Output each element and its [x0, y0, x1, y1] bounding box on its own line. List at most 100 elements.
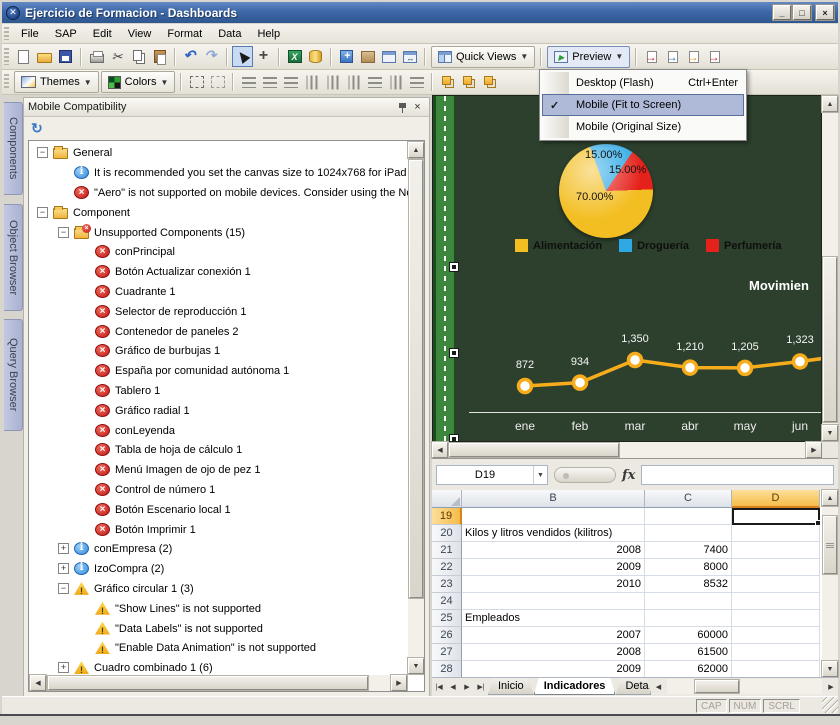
crosshair-button[interactable]: [253, 46, 274, 67]
import-spreadsheet-button[interactable]: [284, 46, 305, 67]
cell[interactable]: [645, 508, 732, 525]
save-to-platform-button[interactable]: [683, 46, 704, 67]
cell[interactable]: 60000: [645, 627, 732, 644]
column-header-b[interactable]: B: [462, 490, 645, 508]
fit-canvas-button[interactable]: [399, 46, 420, 67]
publish-button[interactable]: [641, 46, 662, 67]
sheet-tab-indicadores[interactable]: Indicadores: [534, 678, 616, 695]
cell[interactable]: 2007: [462, 627, 645, 644]
cell[interactable]: [732, 593, 820, 610]
cell[interactable]: Kilos y litros vendidos (kilitros): [462, 525, 645, 542]
tree-item[interactable]: Botón Actualizar conexión 1: [29, 262, 408, 282]
row-header-26[interactable]: 26: [432, 627, 462, 644]
line-chart-point[interactable]: [519, 380, 532, 393]
cell[interactable]: [462, 508, 645, 525]
menu-item-mobile-fit-to-screen-[interactable]: ✓Mobile (Fit to Screen): [542, 94, 744, 116]
scrollbar-thumb[interactable]: [409, 160, 423, 598]
close-button[interactable]: ×: [816, 5, 834, 20]
cell[interactable]: [732, 576, 820, 593]
tree-item[interactable]: −Component: [29, 202, 408, 222]
status-toggle-cap[interactable]: CAP: [696, 699, 727, 713]
group-button[interactable]: [186, 72, 207, 93]
redo-button[interactable]: [201, 46, 222, 67]
status-toggle-num[interactable]: NUM: [729, 699, 762, 713]
cell[interactable]: 2008: [462, 644, 645, 661]
cell[interactable]: [732, 559, 820, 576]
row-header-27[interactable]: 27: [432, 644, 462, 661]
scroll-up-icon[interactable]: ▲: [822, 96, 838, 112]
menu-item-desktop-flash-[interactable]: Desktop (Flash)Ctrl+Enter: [542, 72, 744, 94]
cell[interactable]: [732, 525, 820, 542]
tree-item[interactable]: +IzoCompra (2): [29, 559, 408, 579]
scrollbar-thumb[interactable]: [823, 257, 837, 422]
tree-item[interactable]: conPrincipal: [29, 242, 408, 262]
sidebar-tab-components[interactable]: Components: [4, 102, 23, 195]
collapse-toggle[interactable]: −: [58, 227, 69, 238]
insert-object-button[interactable]: [336, 46, 357, 67]
print-button[interactable]: [86, 46, 107, 67]
cell[interactable]: 8532: [645, 576, 732, 593]
cell[interactable]: [732, 610, 820, 627]
menu-help[interactable]: Help: [249, 26, 288, 42]
colors-button[interactable]: Colors ▼: [101, 71, 176, 93]
title-bar[interactable]: ✕ Ejercicio de Formacion - Dashboards _ …: [2, 2, 838, 23]
cell[interactable]: [645, 525, 732, 542]
line-chart-point[interactable]: [574, 376, 587, 389]
line-chart[interactable]: [433, 96, 822, 442]
collapse-toggle[interactable]: −: [58, 583, 69, 594]
collapse-toggle[interactable]: −: [37, 147, 48, 158]
name-box-dropdown-icon[interactable]: ▼: [533, 466, 547, 484]
menu-file[interactable]: File: [13, 26, 47, 42]
scroll-left-icon[interactable]: ◀: [432, 442, 448, 458]
row-header-24[interactable]: 24: [432, 593, 462, 610]
row-header-19[interactable]: 19: [432, 508, 462, 525]
insert-function-icon[interactable]: fx: [622, 468, 635, 483]
dashboard-canvas[interactable]: 872ene934feb1,350mar1,210abr1,205may1,32…: [432, 95, 822, 442]
select-pointer-button[interactable]: [232, 46, 253, 67]
menu-view[interactable]: View: [120, 26, 160, 42]
tree-vertical-scrollbar[interactable]: ▲ ▼: [408, 141, 424, 675]
cell[interactable]: [645, 610, 732, 627]
cell[interactable]: [645, 593, 732, 610]
align-right-button[interactable]: [280, 72, 301, 93]
canvas-size-button[interactable]: [357, 46, 378, 67]
row-header-28[interactable]: 28: [432, 661, 462, 678]
sheet-tab-inicio[interactable]: Inicio: [488, 678, 534, 695]
tree-item[interactable]: Selector de reproducción 1: [29, 301, 408, 321]
cell[interactable]: [462, 593, 645, 610]
tree-item[interactable]: It is recommended you set the canvas siz…: [29, 163, 408, 183]
save-button[interactable]: [55, 46, 76, 67]
scrollbar-thumb[interactable]: [695, 680, 739, 693]
scroll-down-icon[interactable]: ▼: [408, 658, 424, 674]
align-left-button[interactable]: [238, 72, 259, 93]
line-chart-point[interactable]: [629, 353, 642, 366]
last-sheet-icon[interactable]: ▶|: [474, 680, 488, 694]
expand-toggle[interactable]: +: [58, 543, 69, 554]
tree-item[interactable]: conLeyenda: [29, 420, 408, 440]
first-sheet-icon[interactable]: |◀: [432, 680, 446, 694]
cell[interactable]: [732, 644, 820, 661]
cell[interactable]: 8000: [645, 559, 732, 576]
sidebar-tab-query-browser[interactable]: Query Browser: [4, 319, 23, 431]
cell[interactable]: 62000: [645, 661, 732, 678]
maximize-button[interactable]: □: [793, 5, 811, 20]
ungroup-button[interactable]: [207, 72, 228, 93]
align-middle-button[interactable]: [322, 72, 343, 93]
scroll-right-icon[interactable]: ▶: [806, 442, 822, 458]
quick-views-button[interactable]: Quick Views ▼: [431, 46, 535, 68]
column-header-c[interactable]: C: [645, 490, 732, 508]
row-header-22[interactable]: 22: [432, 559, 462, 576]
tree-item[interactable]: "Aero" is not supported on mobile device…: [29, 183, 408, 203]
refresh-icon[interactable]: ↻: [31, 120, 43, 137]
scroll-down-icon[interactable]: ▼: [822, 425, 838, 441]
tree-item[interactable]: Contenedor de paneles 2: [29, 321, 408, 341]
menu-format[interactable]: Format: [159, 26, 210, 42]
scroll-left-icon[interactable]: ◀: [30, 675, 46, 691]
scroll-right-icon[interactable]: ▶: [391, 675, 407, 691]
send-backward-button[interactable]: [458, 72, 479, 93]
menu-item-mobile-original-size-[interactable]: Mobile (Original Size): [542, 116, 744, 138]
cell[interactable]: 61500: [645, 644, 732, 661]
spreadsheet-grid[interactable]: BCD1920Kilos y litros vendidos (kilitros…: [432, 490, 822, 677]
cell[interactable]: 7400: [645, 542, 732, 559]
scroll-down-icon[interactable]: ▼: [822, 661, 838, 677]
